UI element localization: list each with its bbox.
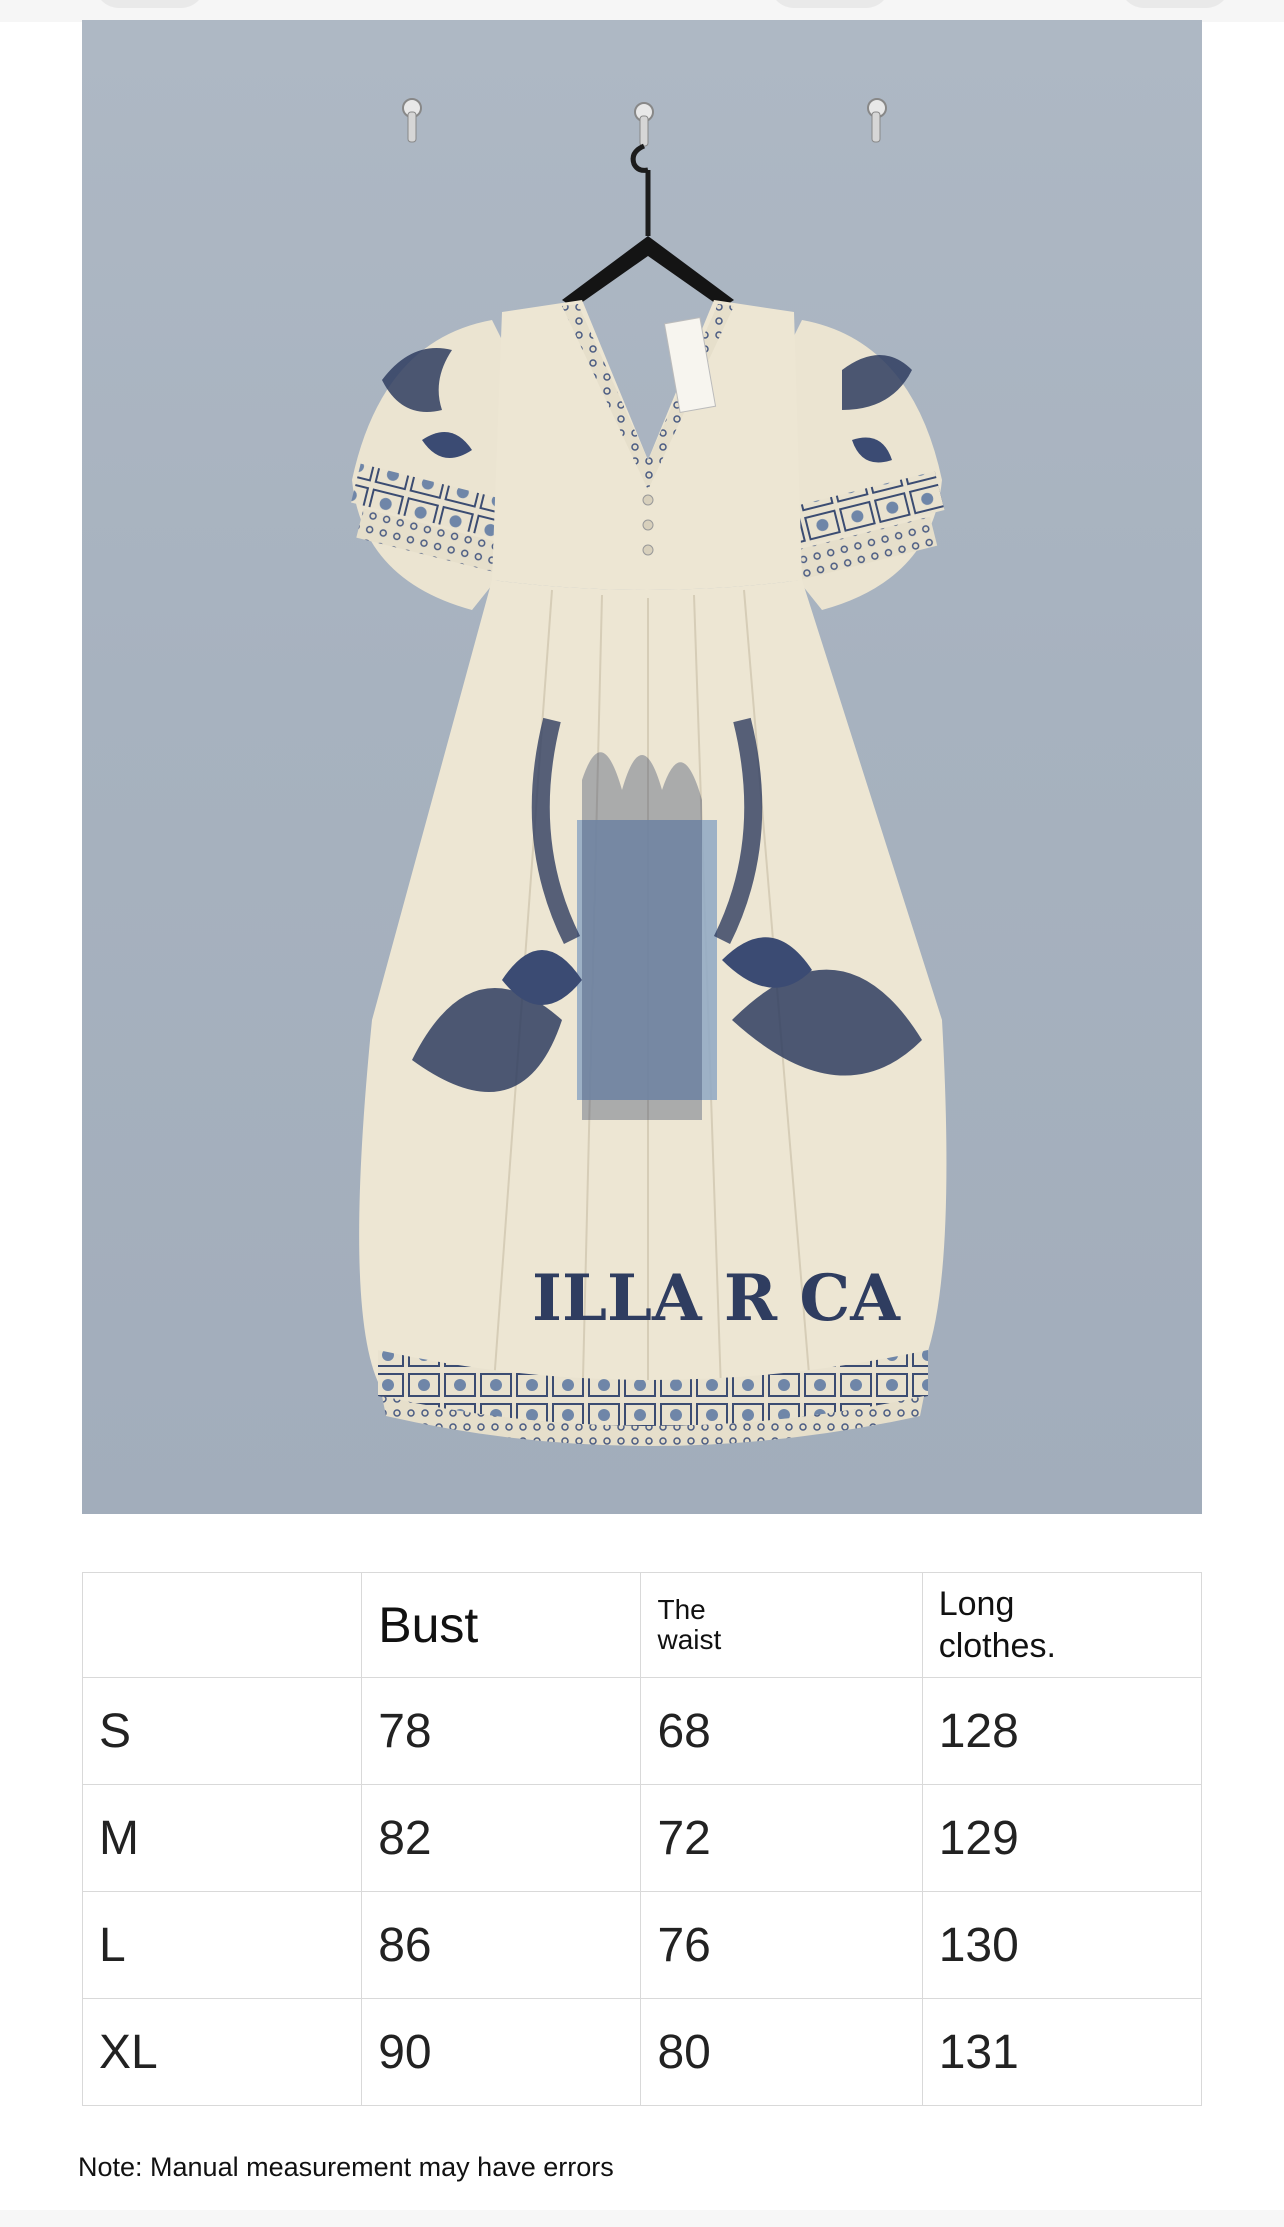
dress-illustration: ILLA R CA xyxy=(350,98,947,1446)
size-label: XL xyxy=(81,1998,363,2106)
product-photo[interactable]: ILLA R CA xyxy=(82,20,1202,1514)
top-pill-right-2 xyxy=(1120,0,1230,8)
header-waist: The waist xyxy=(640,1572,923,1678)
size-chart-table: Bust The waist Long clothes. S 78 68 128… xyxy=(81,1572,1203,2106)
bust-value: 90 xyxy=(361,1998,642,2106)
size-label: M xyxy=(81,1784,363,1892)
size-label: S xyxy=(81,1677,363,1785)
size-label: L xyxy=(81,1891,363,1999)
table-row: XL 90 80 131 xyxy=(81,1998,1203,2106)
table-row: M 82 72 129 xyxy=(81,1784,1203,1892)
header-size xyxy=(81,1572,363,1678)
bodice xyxy=(492,300,802,590)
skirt: ILLA R CA xyxy=(359,580,947,1446)
length-value: 129 xyxy=(921,1784,1203,1892)
waist-value: 72 xyxy=(640,1784,923,1892)
waist-value: 76 xyxy=(640,1891,923,1999)
bust-value: 82 xyxy=(361,1784,642,1892)
bottom-strip xyxy=(0,2210,1284,2227)
table-row: S 78 68 128 xyxy=(81,1677,1203,1785)
table-row: L 86 76 130 xyxy=(81,1891,1203,1999)
waist-value: 80 xyxy=(640,1998,923,2106)
measurement-note: Note: Manual measurement may have errors xyxy=(78,2152,614,2182)
hanger xyxy=(562,143,734,308)
bust-value: 78 xyxy=(361,1677,642,1785)
table-header-row: Bust The waist Long clothes. xyxy=(81,1572,1203,1678)
length-value: 131 xyxy=(921,1998,1203,2106)
top-pill-left xyxy=(95,0,205,8)
wall-hooks xyxy=(402,98,887,147)
length-value: 128 xyxy=(921,1677,1203,1785)
length-value: 130 xyxy=(921,1891,1203,1999)
header-length: Long clothes. xyxy=(921,1572,1203,1678)
print-lettering: ILLA R CA xyxy=(532,1261,901,1336)
waist-value: 68 xyxy=(640,1677,923,1785)
header-bust: Bust xyxy=(361,1572,642,1678)
bust-value: 86 xyxy=(361,1891,642,1999)
top-pill-right xyxy=(770,0,890,8)
